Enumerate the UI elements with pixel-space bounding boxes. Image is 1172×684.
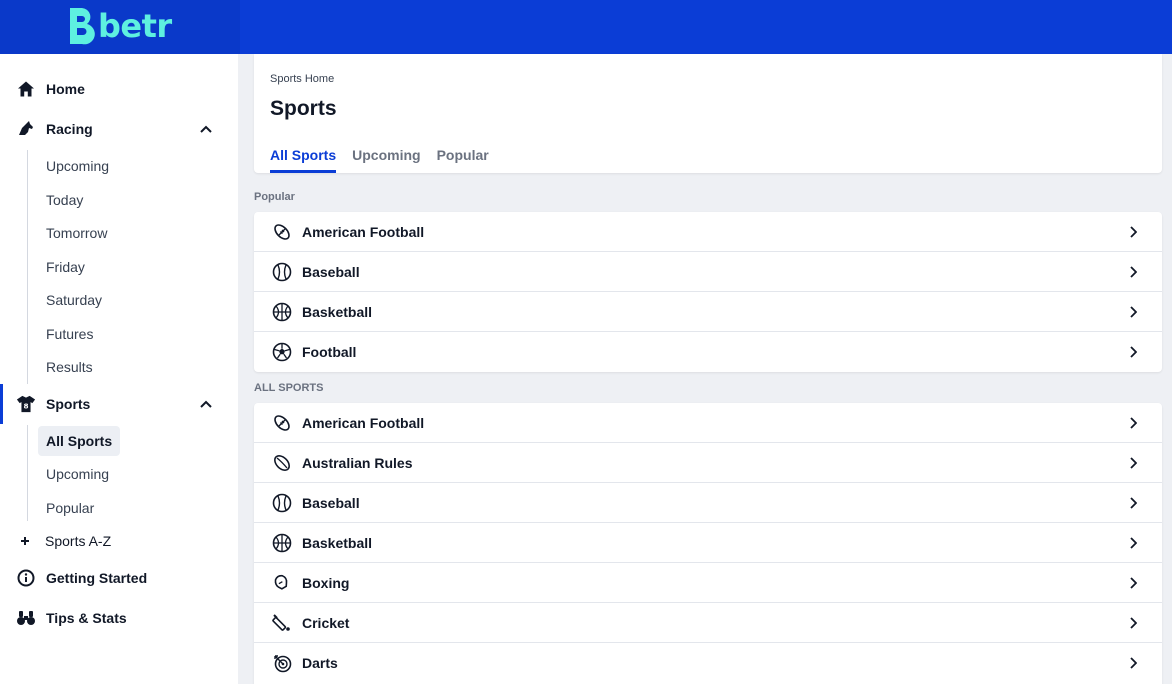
list-item-label: Australian Rules [302,454,413,471]
sidebar-item-sports-a-z[interactable]: Sports A-Z [0,525,238,557]
sidebar-item-label: Sports A-Z [45,533,112,549]
binoculars-icon [16,608,36,628]
basketball-icon [272,533,292,553]
all-sports-list: American Football Australian Rules Baseb… [254,403,1162,684]
baseball-icon [272,262,292,282]
dartboard-icon [272,653,292,673]
sidebar-subitem-racing-futures[interactable]: Futures [38,319,101,349]
info-icon [16,568,36,588]
sidebar-subitem-racing-tomorrow[interactable]: Tomorrow [38,218,115,248]
australian-rules-ball-icon [272,453,292,473]
popular-sports-list: American Football Baseball Basketball Fo… [254,212,1162,372]
jersey-icon: 8 [16,394,36,414]
top-header: betr [0,0,1172,54]
list-item[interactable]: Darts [254,643,1162,683]
chevron-right-icon [1126,345,1140,359]
sidebar-subitem-racing-upcoming[interactable]: Upcoming [38,151,117,181]
tab-popular[interactable]: Popular [437,147,489,173]
list-item-label: Basketball [302,534,373,551]
list-item[interactable]: Baseball [254,252,1162,292]
page-title: Sports [270,97,337,120]
sidebar-item-label: Home [46,81,85,97]
list-item-label: Cricket [302,614,350,631]
chevron-right-icon [1126,616,1140,630]
sidebar-subitem-racing-results[interactable]: Results [38,352,101,382]
list-item-label: Football [302,344,357,360]
list-item[interactable]: Baseball [254,483,1162,523]
list-item-label: Darts [302,655,338,671]
sidebar-subitem-racing-today[interactable]: Today [38,185,91,215]
sidebar-item-getting-started[interactable]: Getting Started [0,562,238,594]
horse-icon [16,119,36,139]
section-label-popular: Popular [254,191,295,203]
soccer-ball-icon [272,342,292,362]
chevron-right-icon [1126,225,1140,239]
betr-logo-icon [70,8,95,45]
basketball-icon [272,302,292,322]
chevron-right-icon [1126,265,1140,279]
svg-text:8: 8 [23,402,28,411]
plus-icon [15,531,35,551]
list-item[interactable]: Basketball [254,523,1162,563]
list-item-label: Basketball [302,303,373,320]
page-header-card: Sports Home Sports All Sports Upcoming P… [254,54,1162,173]
list-item-label: American Football [302,223,425,240]
sidebar-subitem-racing-saturday[interactable]: Saturday [38,285,110,315]
tab-upcoming[interactable]: Upcoming [352,147,420,173]
sidebar-item-sports[interactable]: 8 Sports [0,384,238,424]
chevron-right-icon [1126,656,1140,670]
sidebar-subitem-sports-upcoming[interactable]: Upcoming [38,459,117,489]
list-item[interactable]: Basketball [254,292,1162,332]
list-item-label: Boxing [302,574,350,591]
list-item[interactable]: Football [254,332,1162,372]
american-football-icon [272,413,292,433]
list-item[interactable]: Cricket [254,603,1162,643]
chevron-right-icon [1126,496,1140,510]
chevron-right-icon [1126,456,1140,470]
chevron-up-icon[interactable] [196,119,216,139]
american-football-icon [272,222,292,242]
list-item-label: Baseball [302,263,360,280]
sidebar: Home Racing Upcoming Today Tomorrow Frid… [0,54,238,684]
baseball-icon [272,493,292,513]
chevron-right-icon [1126,416,1140,430]
sidebar-subitem-racing-friday[interactable]: Friday [38,252,93,282]
boxing-glove-icon [272,573,292,593]
racing-submenu-guide [27,150,28,384]
sidebar-item-label: Sports [46,396,91,412]
chevron-right-icon [1126,576,1140,590]
tab-bar: All Sports Upcoming Popular [270,147,489,173]
sidebar-item-label: Tips & Stats [46,610,127,626]
list-item-label: American Football [302,414,425,431]
sidebar-item-label: Getting Started [46,570,148,586]
brand-logo[interactable]: betr [66,6,172,46]
list-item[interactable]: Boxing [254,563,1162,603]
chevron-right-icon [1126,305,1140,319]
list-item-label: Baseball [302,494,360,511]
chevron-up-icon[interactable] [196,394,216,414]
sports-submenu-guide [27,425,28,521]
tab-all-sports[interactable]: All Sports [270,147,337,173]
list-item[interactable]: American Football [254,212,1162,252]
sidebar-item-home[interactable]: Home [0,73,238,105]
list-item[interactable]: American Football [254,403,1162,443]
sidebar-item-tips-stats[interactable]: Tips & Stats [0,602,238,634]
chevron-right-icon [1126,536,1140,550]
sidebar-subitem-sports-popular[interactable]: Popular [38,493,102,523]
home-icon [16,79,36,99]
breadcrumb[interactable]: Sports Home [270,73,334,85]
sidebar-item-label: Racing [46,121,93,137]
brand-name: betr [98,7,172,45]
sidebar-item-racing[interactable]: Racing [0,113,238,145]
cricket-bat-icon [272,613,292,633]
list-item[interactable]: Australian Rules [254,443,1162,483]
section-label-all-sports: ALL SPORTS [254,382,324,394]
sidebar-subitem-all-sports[interactable]: All Sports [38,426,121,456]
